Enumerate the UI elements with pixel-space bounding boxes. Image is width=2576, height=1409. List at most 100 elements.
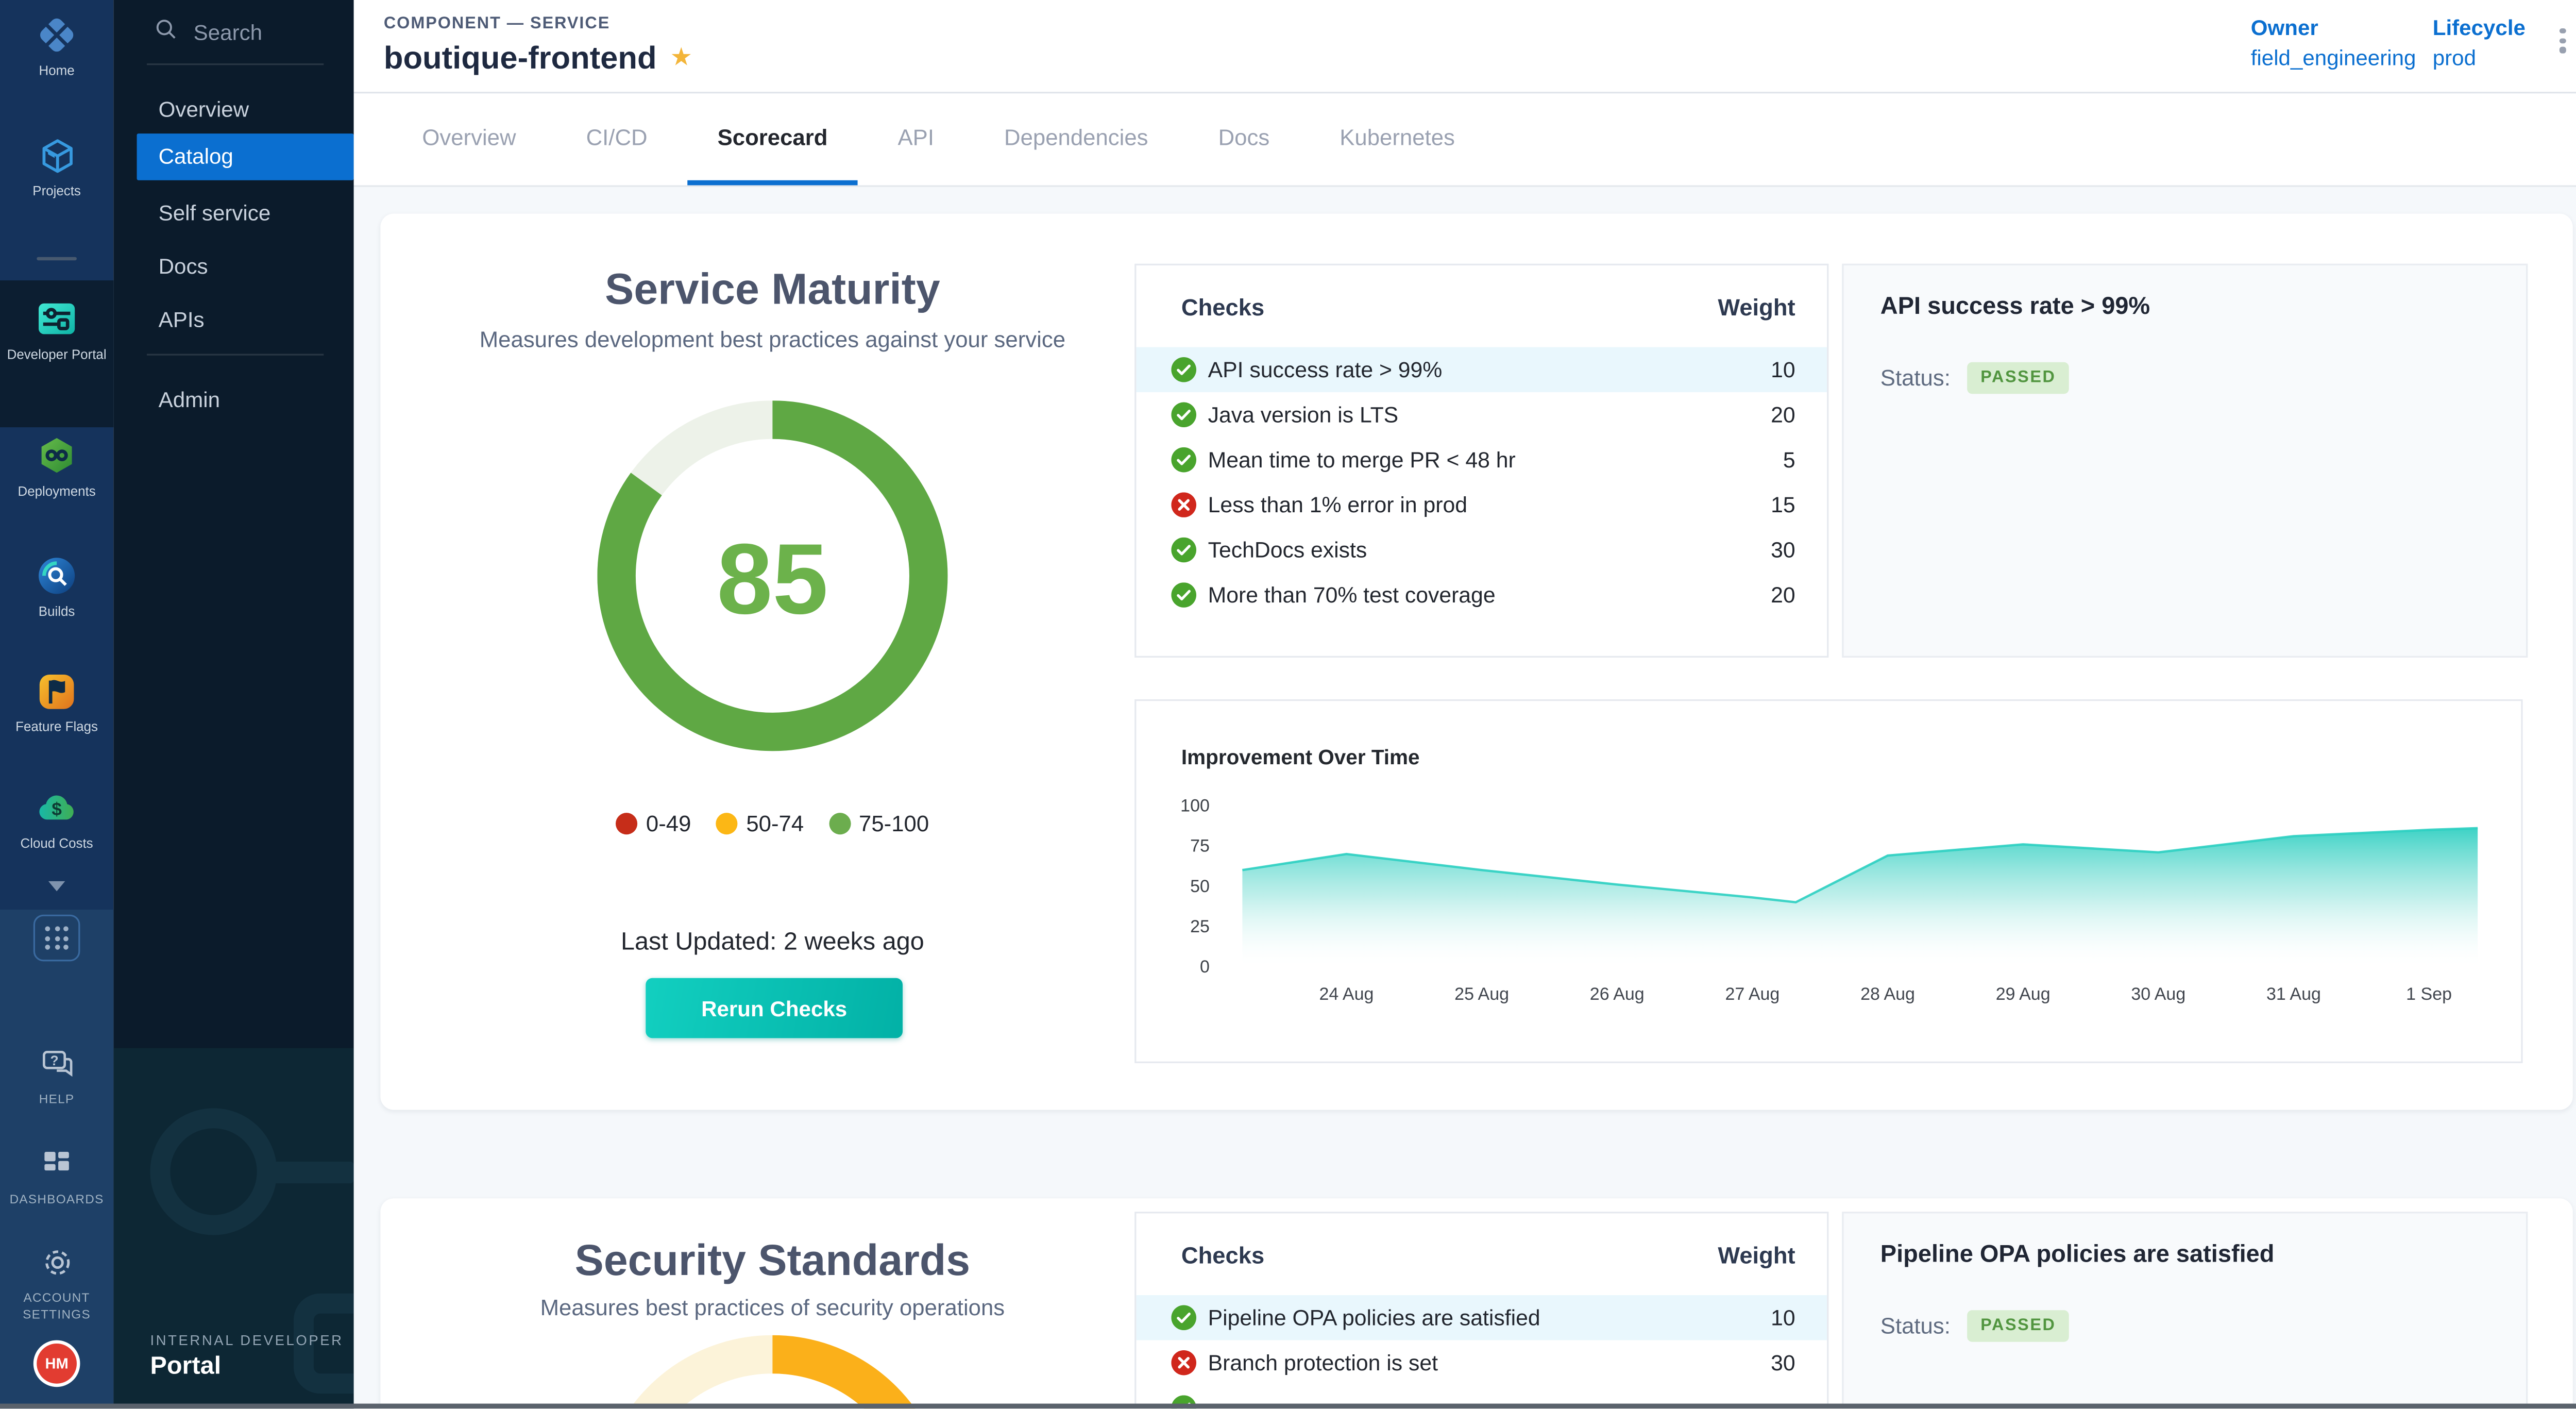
check-row-less-than-1-error-in-prod[interactable]: Less than 1% error in prod 15 bbox=[1136, 482, 1827, 527]
sidebar-item-overview[interactable]: Overview bbox=[113, 87, 353, 133]
rail-item-dashboards[interactable]: DASHBOARDS bbox=[0, 1142, 113, 1209]
tab-docs[interactable]: Docs bbox=[1188, 93, 1299, 185]
check-row-techdocs-exists[interactable]: TechDocs exists 30 bbox=[1136, 527, 1827, 572]
svg-text:24 Aug: 24 Aug bbox=[1319, 984, 1374, 1004]
rail-item-builds[interactable]: Builds bbox=[0, 554, 113, 621]
favorite-star-icon[interactable]: ★ bbox=[670, 43, 693, 72]
svg-text:$: $ bbox=[52, 799, 62, 819]
rail-item-home[interactable]: Home bbox=[0, 13, 113, 80]
decorative-bar bbox=[274, 1162, 353, 1183]
check-passed-icon bbox=[1171, 402, 1196, 427]
improvement-chart-card: Improvement Over Time 025507510024 Aug25… bbox=[1134, 699, 2522, 1063]
check-detail-panel: Pipeline OPA policies are satisfied Stat… bbox=[1842, 1212, 2528, 1408]
sidebar-search[interactable]: Search bbox=[154, 16, 262, 46]
page-title: boutique-frontend★ bbox=[384, 42, 692, 78]
portal-sidebar: Search OverviewCatalog Self service Docs AP… bbox=[113, 0, 353, 1408]
rail-item-feature-flags[interactable]: Feature Flags bbox=[0, 669, 113, 736]
owner-value[interactable]: field_engineering bbox=[2251, 45, 2416, 70]
sidebar-item-apis[interactable]: APIs bbox=[113, 297, 353, 344]
module-rail: Home Projects Developer Portal Deploymen… bbox=[0, 0, 113, 1408]
rail-item-projects[interactable]: Projects bbox=[0, 133, 113, 200]
sidebar-item-catalog[interactable]: Catalog bbox=[137, 133, 354, 180]
scorecard-subtitle: Measures development best practices agai… bbox=[380, 327, 1164, 353]
score-legend: 0-4950-7475-100 bbox=[380, 811, 1164, 836]
rerun-checks-button[interactable]: Rerun Checks bbox=[646, 978, 903, 1038]
legend-dot-icon bbox=[616, 813, 638, 834]
svg-text:75: 75 bbox=[1190, 836, 1210, 856]
rail-item-deployments[interactable]: Deployments bbox=[0, 434, 113, 501]
legend-dot-icon bbox=[829, 813, 851, 834]
svg-text:27 Aug: 27 Aug bbox=[1725, 984, 1780, 1004]
feature-flags-icon bbox=[35, 669, 78, 713]
cloud-costs-icon: $ bbox=[35, 786, 78, 829]
check-row-mean-time-to-merge-pr-48-hr[interactable]: Mean time to merge PR < 48 hr 5 bbox=[1136, 437, 1827, 482]
avatar[interactable]: HM bbox=[33, 1340, 80, 1387]
home-icon bbox=[35, 13, 78, 57]
scorecard-title: Service Maturity bbox=[380, 264, 1164, 315]
svg-text:50: 50 bbox=[1190, 877, 1210, 896]
improvement-area-chart: 025507510024 Aug25 Aug26 Aug27 Aug28 Aug… bbox=[1136, 701, 2524, 1065]
checks-column-header: Checks bbox=[1181, 1242, 1264, 1268]
rail-divider bbox=[37, 257, 77, 260]
developer-portal-icon bbox=[35, 297, 78, 340]
status-label: Status: bbox=[1880, 365, 1951, 391]
svg-text:30 Aug: 30 Aug bbox=[2131, 984, 2185, 1004]
tab-api[interactable]: API bbox=[868, 93, 964, 185]
tab-kubernetes[interactable]: Kubernetes bbox=[1310, 93, 1485, 185]
horizontal-scrollbar[interactable] bbox=[0, 1404, 2576, 1409]
module-switcher-button[interactable] bbox=[33, 915, 80, 962]
svg-text:?: ? bbox=[49, 1052, 58, 1067]
status-label: Status: bbox=[1880, 1314, 1951, 1339]
check-detail-panel: API success rate > 99% Status: PASSED bbox=[1842, 264, 2528, 658]
legend-item-0-49: 0-49 bbox=[616, 811, 691, 836]
sidebar-footer: INTERNAL DEVELOPER Portal bbox=[113, 1048, 353, 1409]
owner-label: Owner bbox=[2251, 13, 2416, 43]
owner-field[interactable]: Owner field_engineering bbox=[2251, 13, 2416, 74]
search-icon bbox=[154, 16, 179, 46]
check-row-api-success-rate-99-[interactable]: API success rate > 99% 10 bbox=[1136, 347, 1827, 392]
check-row-more-than-70-test-coverage[interactable]: More than 70% test coverage 20 bbox=[1136, 573, 1827, 617]
rail-item-account-settings[interactable]: ACCOUNT SETTINGS bbox=[0, 1240, 113, 1323]
svg-text:0: 0 bbox=[1200, 957, 1210, 977]
decorative-ring bbox=[150, 1108, 277, 1235]
check-row-branch-protection-is-set[interactable]: Branch protection is set 30 bbox=[1136, 1340, 1827, 1385]
scorecard-title: Security Standards bbox=[380, 1235, 1164, 1286]
sidebar-item-admin[interactable]: Admin bbox=[113, 377, 353, 424]
rail-item-developer-portal[interactable]: Developer Portal bbox=[0, 280, 113, 427]
check-detail-title: Pipeline OPA policies are satisfied bbox=[1880, 1242, 2489, 1268]
app-root: Home Projects Developer Portal Deploymen… bbox=[0, 0, 2576, 1408]
sidebar-item-docs[interactable]: Docs bbox=[113, 244, 353, 291]
lifecycle-field: Lifecycle prod bbox=[2433, 13, 2526, 74]
entity-kind: COMPONENT — SERVICE bbox=[384, 15, 610, 33]
svg-text:31 Aug: 31 Aug bbox=[2266, 984, 2321, 1004]
weight-column-header: Weight bbox=[1718, 294, 1795, 321]
check-failed-icon bbox=[1171, 1350, 1196, 1376]
kebab-menu[interactable] bbox=[2549, 28, 2576, 65]
check-detail-title: API success rate > 99% bbox=[1880, 294, 2489, 321]
svg-text:25 Aug: 25 Aug bbox=[1454, 984, 1509, 1004]
builds-icon bbox=[35, 554, 78, 597]
rail-item-help[interactable]: ? HELP bbox=[0, 1042, 113, 1109]
scorecard-subtitle: Measures best practices of security oper… bbox=[380, 1295, 1164, 1320]
svg-text:100: 100 bbox=[1180, 796, 1210, 816]
legend-item-75-100: 75-100 bbox=[829, 811, 929, 836]
legend-dot-icon bbox=[716, 813, 738, 834]
check-row-pipeline-opa-policies-are-satisfied[interactable]: Pipeline OPA policies are satisfied 10 bbox=[1136, 1295, 1827, 1340]
tab-overview[interactable]: Overview bbox=[392, 93, 546, 185]
tab-dependencies[interactable]: Dependencies bbox=[974, 93, 1178, 185]
tab-ci-cd[interactable]: CI/CD bbox=[556, 93, 677, 185]
dashboards-icon bbox=[35, 1142, 78, 1185]
lifecycle-label: Lifecycle bbox=[2433, 13, 2526, 43]
tab-scorecard[interactable]: Scorecard bbox=[687, 93, 857, 185]
main-area: COMPONENT — SERVICE boutique-frontend★ O… bbox=[354, 0, 2576, 1408]
check-row-java-version-is-lts[interactable]: Java version is LTS 20 bbox=[1136, 392, 1827, 437]
chevron-down-icon[interactable] bbox=[48, 881, 65, 900]
checks-rows: Pipeline OPA policies are satisfied 10 B… bbox=[1136, 1295, 1827, 1408]
svg-text:25: 25 bbox=[1190, 917, 1210, 936]
sidebar-item-self-service[interactable]: Self service bbox=[113, 190, 353, 237]
check-passed-icon bbox=[1171, 357, 1196, 382]
status-badge: PASSED bbox=[1967, 362, 2069, 394]
check-failed-icon bbox=[1171, 492, 1196, 517]
rail-item-cloud-costs[interactable]: $ Cloud Costs bbox=[0, 786, 113, 853]
svg-text:1 Sep: 1 Sep bbox=[2406, 984, 2452, 1004]
